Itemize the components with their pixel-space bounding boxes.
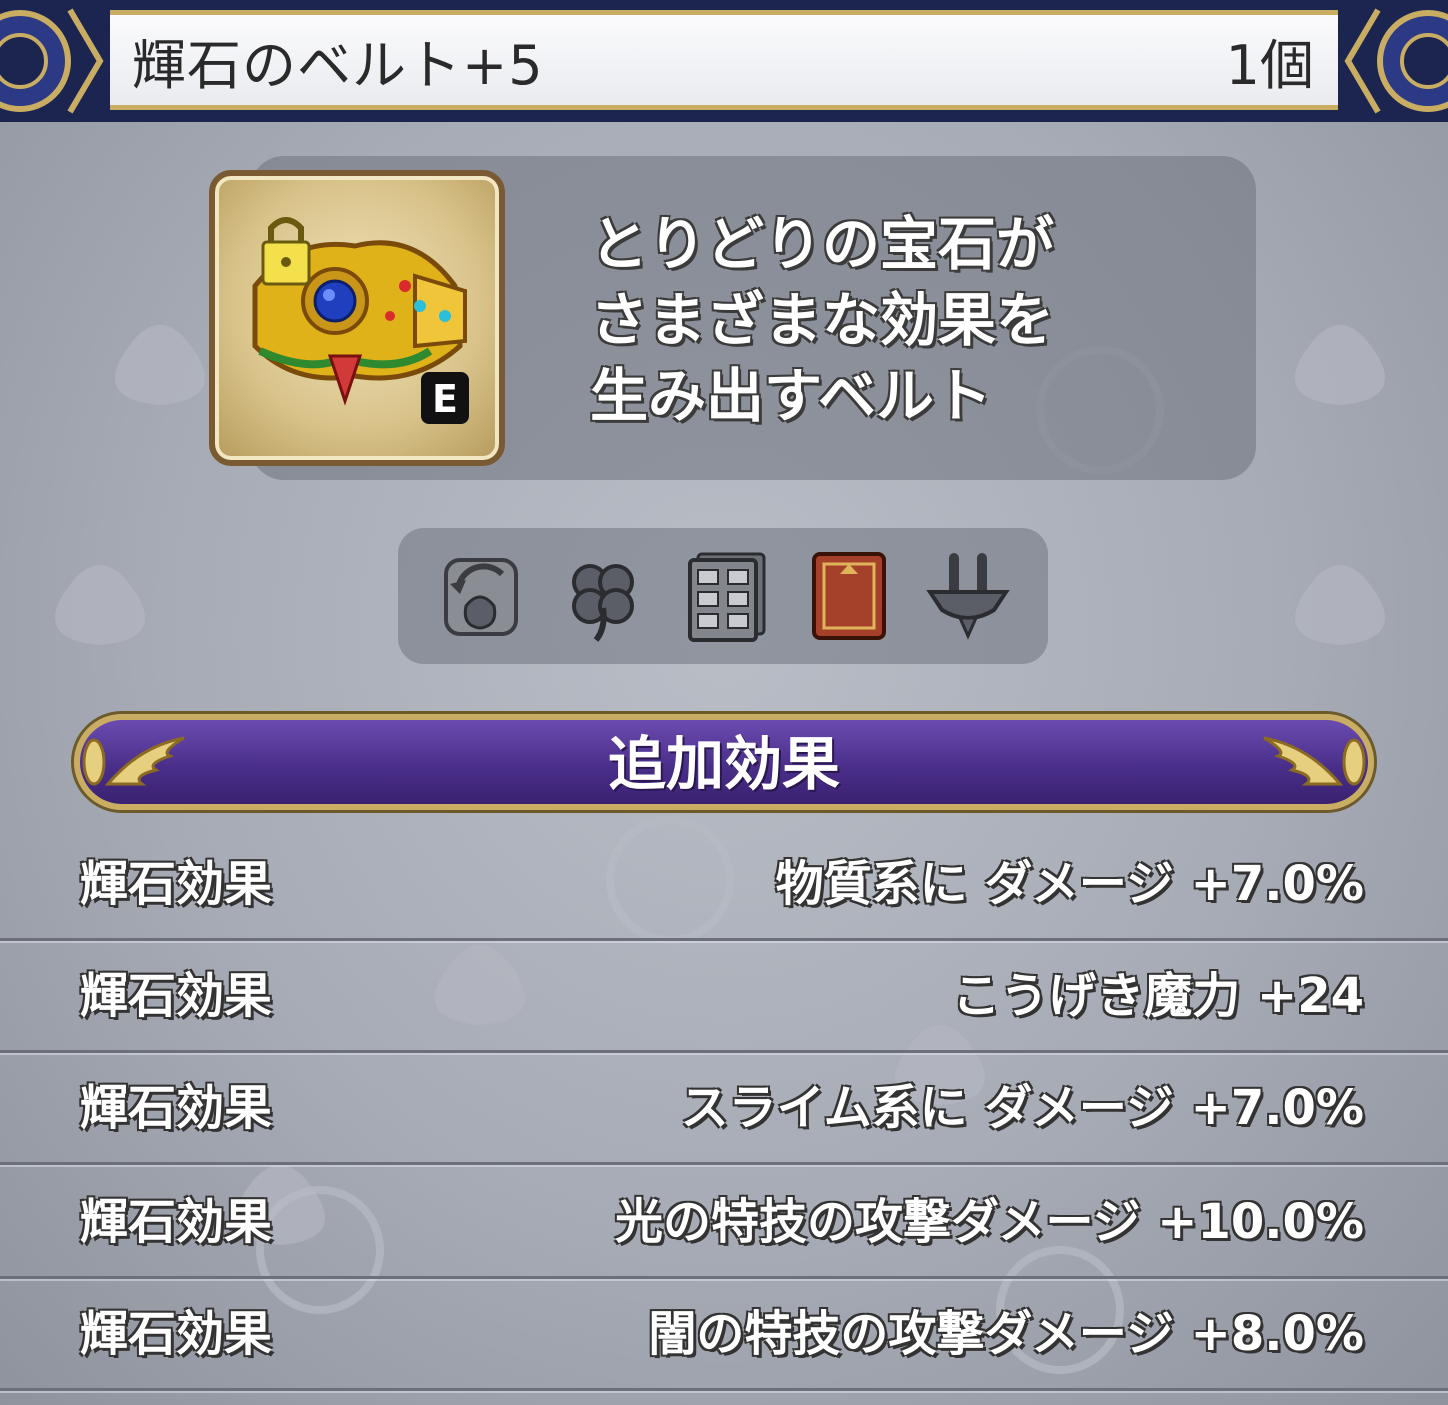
effect-value: 光の特技の攻撃ダメージ +10.0% [614,1194,1364,1250]
effect-row: 輝石効果 こうげき魔力 +24 [0,938,1448,1053]
section-title: 追加効果 [607,730,840,798]
effect-value: スライム系に ダメージ +7.0% [680,1080,1364,1136]
item-name: 輝石のベルト+5 [132,34,544,97]
effect-value: 闇の特技の攻撃ダメージ +8.0% [648,1306,1364,1362]
clover-icon[interactable] [556,548,652,644]
effect-label: 輝石効果 [80,968,273,1024]
item-description: とりどりの宝石が さまざまな効果を 生み出すベルト [590,206,1210,434]
ornament-icon [1338,0,1448,122]
effect-value: 物質系に ダメージ +7.0% [775,856,1364,912]
book-icon[interactable] [800,548,896,644]
effect-label: 輝石効果 [80,856,273,912]
title-bar: 輝石のベルト+5 1個 [0,0,1448,122]
trade-bag-icon[interactable] [432,548,528,644]
effect-row: 輝石効果 物質系に ダメージ +7.0% [0,826,1448,941]
jeweled-belt-icon: E [252,217,469,424]
effect-value: こうげき魔力 +24 [952,968,1364,1024]
description-line: さまざまな効果を [590,286,1055,354]
item-count: 1個 [1225,34,1314,97]
effect-row: 輝石効果 闇の特技の攻撃ダメージ +8.0% [0,1276,1448,1391]
item-icon-frame[interactable]: E [209,170,505,466]
effect-label: 輝石効果 [80,1306,273,1362]
effect-label: 輝石効果 [80,1194,273,1250]
description-line: 生み出すベルト [590,362,992,430]
description-line: とりどりの宝石が [590,210,1055,278]
storage-cabinet-icon[interactable] [676,548,772,644]
ornament-icon [0,0,110,122]
effect-label: 輝石効果 [80,1080,273,1136]
equipped-badge: E [432,377,458,421]
effect-row: 輝石効果 光の特技の攻撃ダメージ +10.0% [0,1164,1448,1279]
effect-row: 輝石効果 スライム系に ダメージ +7.0% [0,1050,1448,1165]
anvil-icon[interactable] [920,548,1016,644]
